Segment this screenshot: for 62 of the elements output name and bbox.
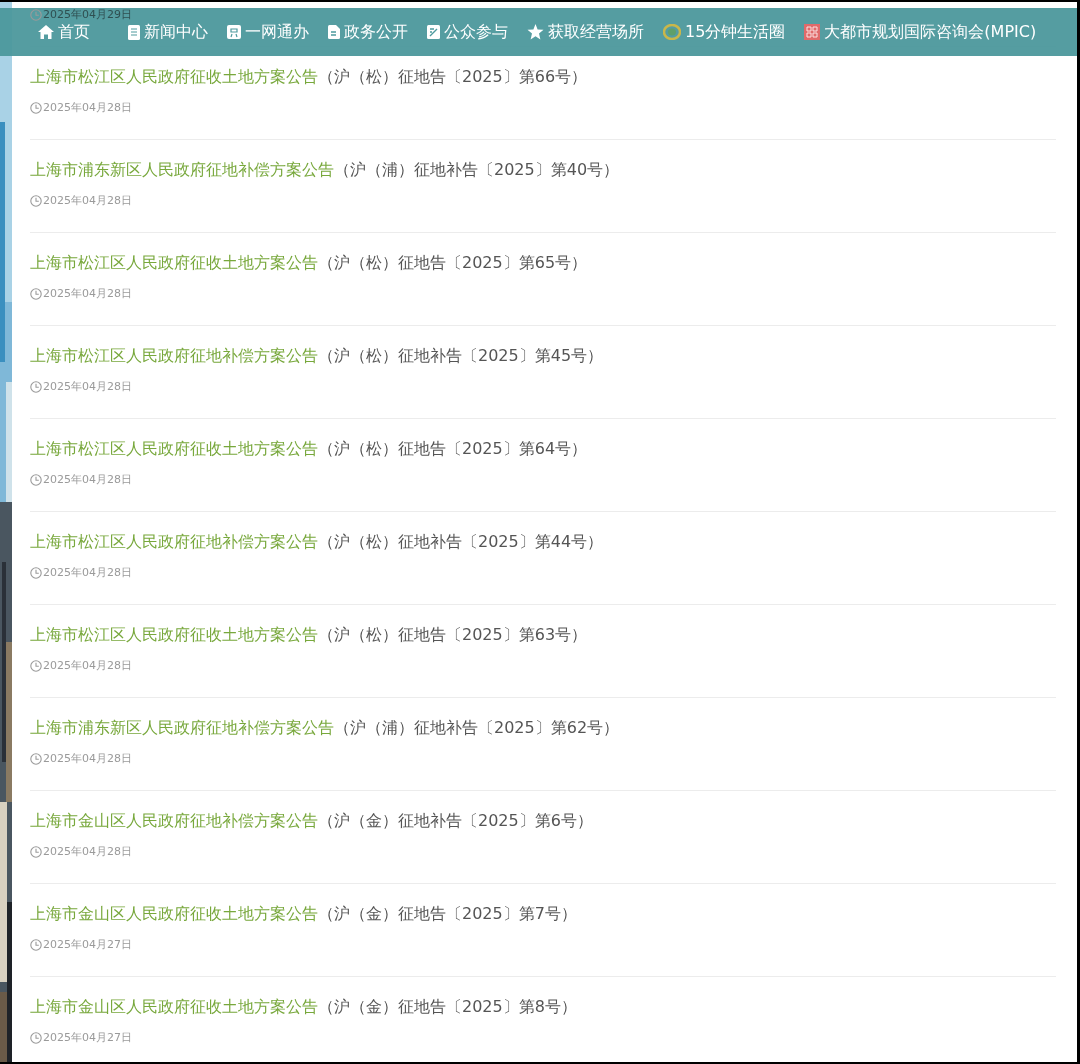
clock-icon xyxy=(30,660,42,672)
ring-icon xyxy=(663,24,681,40)
file-icon xyxy=(328,25,340,39)
seal-icon xyxy=(804,24,821,40)
notice-link[interactable]: 上海市浦东新区人民政府征地补偿方案公告 xyxy=(30,718,334,737)
clock-icon xyxy=(30,753,42,765)
notice-number: （沪（浦）征地补告〔2025〕第40号） xyxy=(334,160,620,179)
notice-date: 2025年04月29日 xyxy=(43,8,132,22)
nav-link[interactable]: 首页 xyxy=(38,22,90,42)
notice-date: 2025年04月28日 xyxy=(43,659,132,673)
notice-link[interactable]: 上海市松江区人民政府征收土地方案公告 xyxy=(30,439,318,458)
clock-icon xyxy=(30,195,42,207)
notice-number: （沪（松）征地告〔2025〕第64号） xyxy=(318,439,588,458)
star-icon xyxy=(527,24,544,40)
clock-icon xyxy=(30,288,42,300)
clock-icon xyxy=(30,102,42,114)
notice-date: 2025年04月28日 xyxy=(43,473,132,487)
notice-link[interactable]: 上海市浦东新区人民政府征地补偿方案公告 xyxy=(30,160,334,179)
notice-number: （沪（松）征地告〔2025〕第66号） xyxy=(318,67,588,86)
clock-icon xyxy=(30,846,42,858)
notice-number: （沪（金）征地告〔2025〕第8号） xyxy=(318,997,577,1016)
notice-number: （沪（松）征地告〔2025〕第63号） xyxy=(318,625,588,644)
notice-link[interactable]: 上海市金山区人民政府征收土地方案公告 xyxy=(30,997,318,1016)
nav-link[interactable]: 15分钟生活圈 xyxy=(663,22,786,42)
nav-link[interactable]: 新闻中心 xyxy=(128,22,208,42)
notice-link[interactable]: 上海市金山区人民政府征地补偿方案公告 xyxy=(30,811,318,830)
notice-date: 2025年04月28日 xyxy=(43,566,132,580)
nav-link[interactable]: 一网通办 xyxy=(227,22,309,42)
notice-date: 2025年04月28日 xyxy=(43,380,132,394)
edit-icon xyxy=(427,25,440,39)
notice-number: （沪（金）征地告〔2025〕第7号） xyxy=(318,904,577,923)
notice-link[interactable]: 上海市松江区人民政府征收土地方案公告 xyxy=(30,67,318,86)
nav-link[interactable]: 公众参与 xyxy=(427,22,508,42)
notice-number: （沪（松）征地补告〔2025〕第45号） xyxy=(318,346,604,365)
notice-link[interactable]: 上海市金山区人民政府征收土地方案公告 xyxy=(30,904,318,923)
notice-number: （沪（金）征地补告〔2025〕第6号） xyxy=(318,811,593,830)
notice-link[interactable]: 上海市松江区人民政府征地补偿方案公告 xyxy=(30,346,318,365)
notice-number: （沪（浦）征地补告〔2025〕第62号） xyxy=(334,718,620,737)
nav-link[interactable]: 获取经营场所 xyxy=(527,22,644,42)
notice-number: （沪（松）征地补告〔2025〕第44号） xyxy=(318,532,604,551)
notice-date: 2025年04月27日 xyxy=(43,938,132,952)
notice-date: 2025年04月27日 xyxy=(43,1031,132,1045)
notice-date: 2025年04月28日 xyxy=(43,287,132,301)
clock-icon xyxy=(30,381,42,393)
service-icon xyxy=(227,25,241,39)
clock-icon xyxy=(30,474,42,486)
notice-date: 2025年04月28日 xyxy=(43,752,132,766)
notice-number: （沪（松）征地告〔2025〕第65号） xyxy=(318,253,588,272)
clock-icon xyxy=(30,1032,42,1044)
clock-icon xyxy=(30,9,42,21)
clock-icon xyxy=(30,939,42,951)
notice-date: 2025年04月28日 xyxy=(43,845,132,859)
notice-date: 2025年04月28日 xyxy=(43,194,132,208)
document-icon xyxy=(128,24,140,40)
notice-link[interactable]: 上海市松江区人民政府征收土地方案公告 xyxy=(30,625,318,644)
notice-link[interactable]: 上海市松江区人民政府征地补偿方案公告 xyxy=(30,532,318,551)
home-icon xyxy=(38,25,54,39)
notice-date: 2025年04月28日 xyxy=(43,101,132,115)
nav-link[interactable]: 政务公开 xyxy=(328,22,408,42)
clock-icon xyxy=(30,567,42,579)
nav-link[interactable]: 大都市规划国际咨询会(MPIC) xyxy=(804,22,1037,42)
notice-link[interactable]: 上海市松江区人民政府征收土地方案公告 xyxy=(30,253,318,272)
